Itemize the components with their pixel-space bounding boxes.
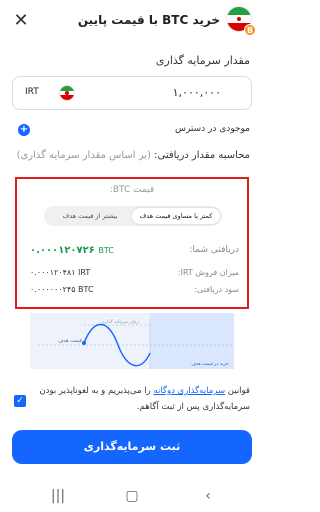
plus-icon[interactable]: + — [18, 124, 30, 136]
buy-label: خرید در قیمت هدف — [191, 362, 228, 367]
chart-svg: زمان سرمایه گذاری قیمت هدف خرید در قیمت … — [38, 313, 234, 369]
toggle-option-less-equal[interactable]: کمتر یا مساوی قیمت هدف — [132, 208, 220, 224]
terms-checkbox[interactable]: ✓ — [14, 395, 26, 407]
received-label: دریافتی شما: — [189, 245, 240, 255]
system-navbar: ||| ▢ ‹ — [0, 480, 264, 512]
result-box: قیمت BTC: کمتر یا مساوی قیمت هدف بیشتر ا… — [15, 177, 249, 309]
sell-amount-value: ۰.۰۰۰۱۲۰۴۸۱ IRT — [30, 268, 91, 277]
target-price-label: قیمت هدف — [58, 338, 82, 344]
calculation-title: محاسبه مقدار دریافتی: — [154, 150, 250, 161]
calculation-hint: (بر اساس مقدار سرمایه گذاری) — [16, 150, 151, 161]
start-point — [82, 341, 86, 345]
buy-zone — [150, 313, 234, 369]
price-condition-toggle[interactable]: کمتر یا مساوی قیمت هدف بیشتر از قیمت هدف — [44, 206, 222, 226]
investment-label: مقدار سرمایه گذاری — [155, 54, 250, 67]
header: ✕ خرید BTC با قیمت پایین B — [0, 0, 264, 44]
available-balance-row: + موجودی در دسترس — [12, 122, 252, 140]
sell-amount-label: میزان فروش IRT: — [177, 268, 239, 277]
currency-code: IRT — [25, 87, 39, 97]
sell-amount-row: میزان فروش IRT: ۰.۰۰۰۱۲۰۴۸۱ IRT — [17, 268, 247, 282]
bitcoin-icon: B — [244, 24, 256, 36]
amount-input[interactable]: ۱,۰۰۰,۰۰۰ — [173, 86, 221, 99]
pair-icon: B — [226, 6, 256, 36]
profit-label: سود دریافتی: — [194, 285, 239, 294]
terms-consent: ✓ قوانین سرمایه‌گذاری دوگانه را می‌پذیری… — [14, 383, 250, 419]
price-curve — [83, 323, 151, 367]
terms-prefix: قوانین — [227, 386, 250, 396]
received-value: ۰.۰۰۰۱۲۰۷۲۶ BTC — [30, 245, 114, 256]
investment-amount-field[interactable]: IRT ۱,۰۰۰,۰۰۰ — [12, 76, 252, 110]
back-icon[interactable]: ‹ — [198, 488, 218, 504]
profit-row: سود دریافتی: ۰.۰۰۰۰۰۰۲۴۵ BTC — [17, 285, 247, 299]
home-icon[interactable]: ▢ — [122, 488, 142, 504]
price-illustration-chart: زمان سرمایه گذاری قیمت هدف خرید در قیمت … — [30, 313, 234, 369]
btc-price-label: قیمت BTC: — [109, 185, 155, 195]
received-row: دریافتی شما: ۰.۰۰۰۱۲۰۷۲۶ BTC — [17, 245, 247, 259]
terms-text: قوانین سرمایه‌گذاری دوگانه را می‌پذیریم … — [34, 383, 250, 415]
available-balance-label: موجودی در دسترس — [174, 124, 250, 134]
calculation-label: محاسبه مقدار دریافتی: (بر اساس مقدار سرم… — [17, 150, 250, 161]
recent-apps-icon[interactable]: ||| — [48, 488, 68, 504]
period-label: زمان سرمایه گذاری — [101, 318, 138, 325]
iran-flag-icon — [59, 85, 75, 101]
close-icon[interactable]: ✕ — [10, 10, 32, 32]
submit-investment-button[interactable]: ثبت سرمایه‌گذاری — [12, 430, 252, 464]
toggle-option-greater[interactable]: بیشتر از قیمت هدف — [46, 208, 134, 224]
terms-link[interactable]: سرمایه‌گذاری دوگانه — [153, 386, 225, 396]
profit-value: ۰.۰۰۰۰۰۰۲۴۵ BTC — [30, 285, 94, 294]
page-title: خرید BTC با قیمت پایین — [77, 13, 220, 27]
